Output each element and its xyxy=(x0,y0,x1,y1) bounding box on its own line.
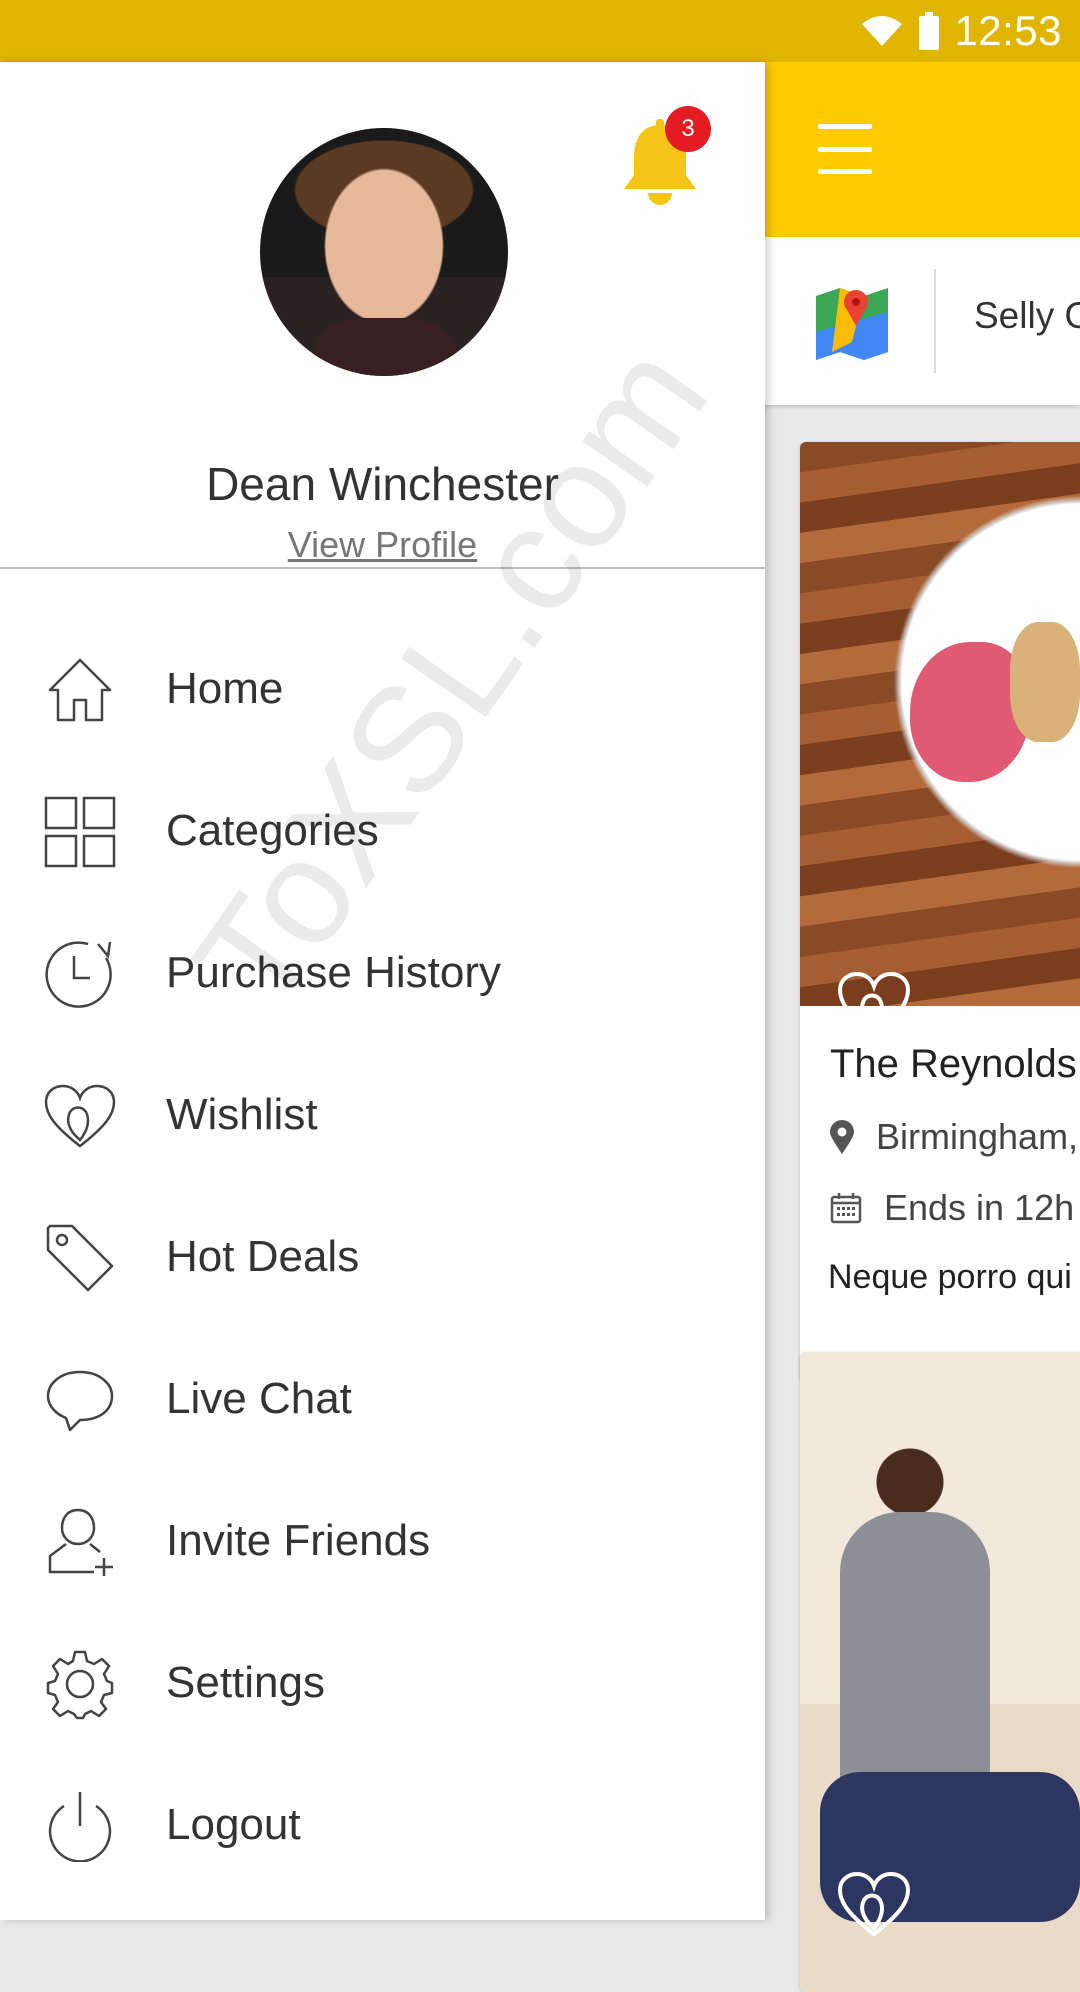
location-text[interactable]: Selly O xyxy=(974,295,1080,337)
view-profile-link[interactable]: View Profile xyxy=(0,524,765,566)
menu-item-label: Live Chat xyxy=(166,1374,352,1423)
deal-card[interactable]: The Reynolds Birmingham, Ends in 12h 5 N… xyxy=(800,442,1080,1382)
menu-item-wishlist[interactable]: Wishlist xyxy=(0,1060,765,1170)
status-time: 12:53 xyxy=(954,7,1062,54)
menu-item-hot-deals[interactable]: Hot Deals xyxy=(0,1202,765,1312)
menu-item-label: Wishlist xyxy=(166,1090,318,1139)
deal-title: The Reynolds xyxy=(830,1042,1077,1086)
heart-icon xyxy=(44,1084,116,1148)
menu-item-label: Logout xyxy=(166,1800,301,1849)
menu-item-label: Invite Friends xyxy=(166,1516,431,1565)
menu-item-label: Purchase History xyxy=(166,948,502,997)
grid-icon xyxy=(44,796,116,868)
user-name: Dean Winchester xyxy=(206,458,559,510)
history-icon xyxy=(45,941,112,1008)
menu-item-invite-friends[interactable]: Invite Friends xyxy=(0,1486,765,1596)
deal-ends: Ends in 12h 5 xyxy=(830,1187,1080,1229)
menu-item-live-chat[interactable]: Live Chat xyxy=(0,1344,765,1454)
status-bar: 12:53 xyxy=(0,0,1080,62)
deal-location: Birmingham, xyxy=(830,1116,1078,1158)
map-icon xyxy=(816,288,888,360)
gear-icon xyxy=(46,1650,114,1720)
notification-badge: 3 xyxy=(665,106,711,152)
deal-ends-text: Ends in 12h 5 xyxy=(884,1187,1080,1228)
wishlist-heart-icon[interactable] xyxy=(838,972,910,1038)
chat-bubble-icon xyxy=(46,1370,114,1432)
deal-card[interactable] xyxy=(800,1352,1080,1992)
location-pin-icon xyxy=(830,1120,854,1154)
battery-icon xyxy=(919,12,940,50)
deal-location-text: Birmingham, xyxy=(876,1116,1079,1157)
navigation-drawer: 3 Dean Winchester View Profile Home Cate… xyxy=(0,62,765,1920)
wishlist-heart-icon[interactable] xyxy=(838,1872,910,1938)
calendar-icon xyxy=(830,1193,862,1224)
menu-item-label: Hot Deals xyxy=(166,1232,360,1281)
menu-item-logout[interactable]: Logout xyxy=(0,1770,765,1880)
menu-item-label: Settings xyxy=(166,1658,325,1707)
menu-item-categories[interactable]: Categories xyxy=(0,776,765,886)
deal-description: Neque porro qui xyxy=(828,1258,1072,1296)
menu-item-home[interactable]: Home xyxy=(0,634,765,744)
power-icon xyxy=(48,1792,112,1862)
menu-icon[interactable] xyxy=(818,124,872,174)
home-icon xyxy=(48,658,112,722)
deal-image xyxy=(800,442,1080,1006)
status-icons: 12:53 xyxy=(860,7,1062,54)
menu-item-label: Categories xyxy=(166,806,379,855)
wifi-icon xyxy=(862,16,903,46)
menu-item-label: Home xyxy=(166,664,284,713)
avatar[interactable] xyxy=(260,128,508,376)
menu-item-purchase-history[interactable]: Purchase History xyxy=(0,918,765,1028)
menu-item-settings[interactable]: Settings xyxy=(0,1628,765,1738)
drawer-divider xyxy=(0,567,765,569)
add-user-icon xyxy=(48,1508,113,1576)
tag-icon xyxy=(46,1224,114,1292)
location-divider xyxy=(934,269,936,373)
